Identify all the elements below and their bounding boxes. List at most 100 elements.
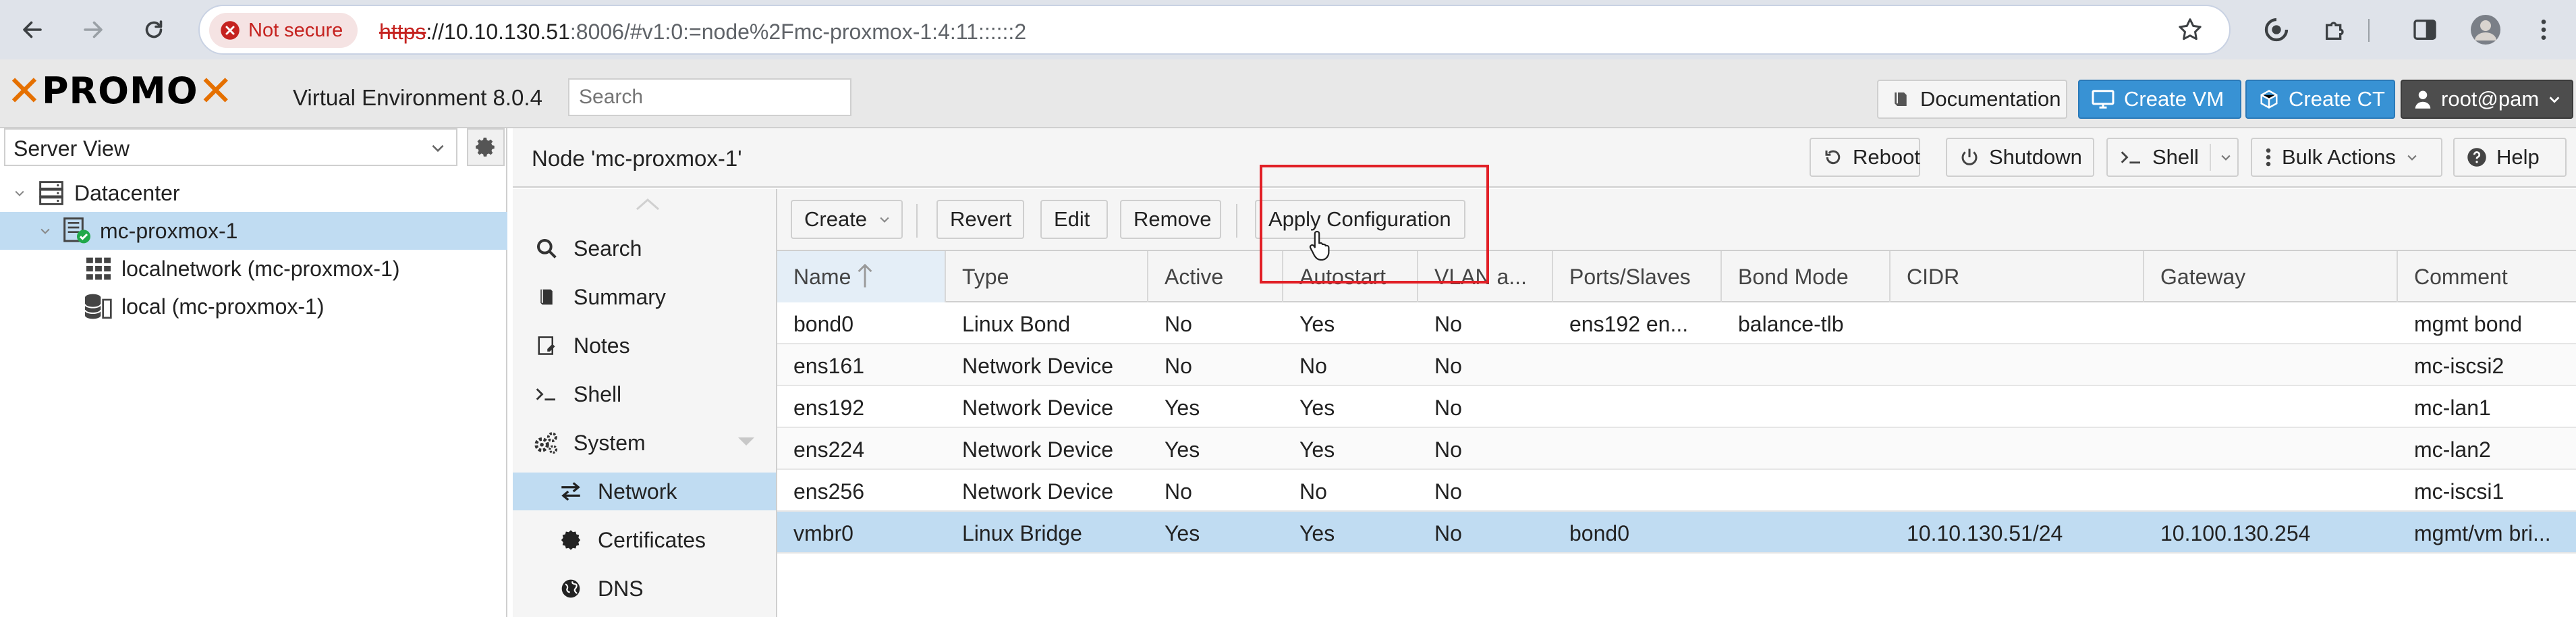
bulk-actions-button[interactable]: Bulk Actions <box>2251 138 2442 177</box>
documentation-button[interactable]: Documentation <box>1877 80 2067 119</box>
table-row[interactable]: ens192 Network Device Yes Yes No mc-lan1 <box>777 386 2576 428</box>
chevron-down-icon[interactable] <box>35 224 55 238</box>
chevron-down-icon[interactable] <box>9 186 30 200</box>
security-badge[interactable]: Not secure <box>209 13 358 48</box>
column-header-vlan-aware[interactable]: VLAN a... <box>1418 251 1553 302</box>
profile-avatar[interactable] <box>2465 9 2506 50</box>
network-toolbar: Create Revert Edit Remove Apply Configur… <box>777 189 2576 251</box>
cell-vlan-aware: No <box>1434 479 1462 504</box>
extensions-button[interactable] <box>2316 9 2356 50</box>
column-header-active[interactable]: Active <box>1148 251 1283 302</box>
cell-ports-slaves <box>1553 428 1722 468</box>
nav-item-label: Summary <box>573 284 666 309</box>
column-header-gateway[interactable]: Gateway <box>2144 251 2398 302</box>
browser-menu-button[interactable] <box>2523 9 2564 50</box>
reload-button[interactable] <box>132 8 175 51</box>
column-header-comment[interactable]: Comment <box>2398 251 2576 302</box>
cell-vlan-aware: No <box>1434 354 1462 378</box>
chevron-down-icon[interactable] <box>2209 144 2233 171</box>
book-icon <box>529 287 564 307</box>
cell-ports-slaves <box>1553 470 1722 510</box>
nav-item-system[interactable]: System <box>513 424 776 462</box>
table-row-selected[interactable]: vmbr0 Linux Bridge Yes Yes No bond0 10.1… <box>777 512 2576 554</box>
tree-item-label: mc-proxmox-1 <box>100 218 238 243</box>
create-vm-label: Create VM <box>2124 87 2224 111</box>
cell-gateway: 10.100.130.254 <box>2160 521 2311 545</box>
cell-autostart: Yes <box>1299 521 1335 545</box>
nav-item-shell[interactable]: Shell <box>513 375 776 413</box>
table-row[interactable]: ens161 Network Device No No No mc-iscsi2 <box>777 344 2576 386</box>
nav-item-label: Search <box>573 236 642 261</box>
star-icon <box>2179 18 2202 41</box>
help-icon <box>2467 147 2487 167</box>
cell-comment: mc-iscsi2 <box>2414 354 2504 378</box>
scroll-up-button[interactable] <box>634 196 661 212</box>
logo-word-pro: PRO <box>41 70 130 112</box>
apply-configuration-button[interactable]: Apply Configuration <box>1255 200 1465 239</box>
tree-settings-button[interactable] <box>467 128 505 166</box>
shutdown-button[interactable]: Shutdown <box>1946 138 2094 177</box>
cell-comment: mc-lan1 <box>2414 396 2491 420</box>
view-selector-value: Server View <box>13 136 130 161</box>
back-button[interactable] <box>11 8 54 51</box>
extension-sync-button[interactable] <box>2256 9 2297 50</box>
user-menu-button[interactable]: root@pam <box>2401 80 2573 119</box>
column-header-bond-mode[interactable]: Bond Mode <box>1722 251 1891 302</box>
forward-button[interactable] <box>72 8 115 51</box>
cell-name: ens161 <box>793 354 864 378</box>
column-header-autostart[interactable]: Autostart <box>1283 251 1418 302</box>
cell-autostart: Yes <box>1299 312 1335 336</box>
caret-down-icon[interactable] <box>737 435 756 448</box>
chrome-divider <box>2368 19 2370 42</box>
tree-item-local-storage[interactable]: local (mc-proxmox-1) <box>0 288 507 325</box>
column-header-name[interactable]: Name <box>777 251 946 302</box>
tree-item-datacenter[interactable]: Datacenter <box>0 174 507 212</box>
table-row[interactable]: ens224 Network Device Yes Yes No mc-lan2 <box>777 428 2576 470</box>
url-scheme: https <box>379 20 426 44</box>
nav-item-certificates[interactable]: Certificates <box>513 521 776 559</box>
nav-item-summary[interactable]: Summary <box>513 278 776 316</box>
table-row[interactable]: bond0 Linux Bond No Yes No ens192 en... … <box>777 302 2576 344</box>
nav-item-network[interactable]: Network <box>513 473 776 510</box>
side-panel-button[interactable] <box>2405 9 2445 50</box>
cell-active: Yes <box>1165 396 1200 420</box>
shell-label: Shell <box>2152 145 2199 169</box>
nav-item-dns[interactable]: DNS <box>513 570 776 608</box>
create-button[interactable]: Create <box>791 200 903 239</box>
nav-item-label: DNS <box>598 576 644 601</box>
cell-name: bond0 <box>793 312 853 336</box>
help-button[interactable]: Help <box>2453 138 2567 177</box>
column-header-type[interactable]: Type <box>946 251 1148 302</box>
column-header-ports-slaves[interactable]: Ports/Slaves <box>1553 251 1722 302</box>
create-ct-button[interactable]: Create CT <box>2245 80 2395 119</box>
tree-item-localnetwork[interactable]: localnetwork (mc-proxmox-1) <box>0 250 507 288</box>
shell-button[interactable]: Shell <box>2106 138 2239 177</box>
address-bar[interactable]: Not secure https://10.10.130.51:8006/#v1… <box>198 5 2231 55</box>
proxmox-logo[interactable]: ✕ PRO MO ✕ <box>7 69 233 113</box>
tree-item-node[interactable]: mc-proxmox-1 <box>0 212 507 250</box>
cell-comment: mgmt bond <box>2414 312 2523 336</box>
search-icon <box>529 238 564 259</box>
column-header-cidr[interactable]: CIDR <box>1891 251 2144 302</box>
revert-button[interactable]: Revert <box>936 200 1024 239</box>
cell-type: Network Device <box>962 396 1114 420</box>
reboot-button[interactable]: Reboot <box>1810 138 1920 177</box>
view-selector[interactable]: Server View <box>4 128 457 166</box>
chevron-up-icon <box>636 198 659 211</box>
edit-button[interactable]: Edit <box>1040 200 1108 239</box>
bookmark-star-button[interactable] <box>2170 9 2210 50</box>
cell-gateway <box>2144 428 2398 468</box>
create-vm-button[interactable]: Create VM <box>2078 80 2241 119</box>
nav-item-search[interactable]: Search <box>513 230 776 267</box>
global-search-input[interactable] <box>568 78 851 116</box>
gear-icon <box>476 137 495 157</box>
cell-ports-slaves: ens192 en... <box>1569 312 1689 336</box>
cell-type: Network Device <box>962 479 1114 504</box>
terminal-icon <box>2120 149 2143 166</box>
nav-item-notes[interactable]: Notes <box>513 327 776 365</box>
table-row[interactable]: ens256 Network Device No No No mc-iscsi1 <box>777 470 2576 512</box>
arrow-left-icon <box>23 21 42 38</box>
remove-button[interactable]: Remove <box>1120 200 1221 239</box>
reboot-label: Reboot <box>1853 145 1920 169</box>
cell-bond-mode <box>1722 470 1891 510</box>
